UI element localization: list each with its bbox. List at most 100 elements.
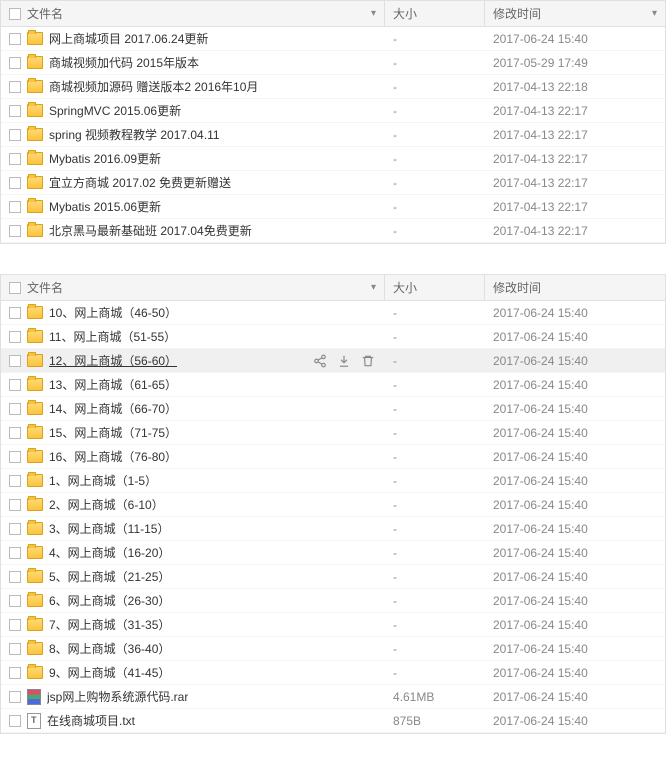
row-checkbox[interactable] — [9, 523, 21, 535]
file-name-label[interactable]: 14、网上商城（66-70） — [49, 400, 177, 417]
row-checkbox[interactable] — [9, 403, 21, 415]
table-row[interactable]: 7、网上商城（31-35）-2017-06-24 15:40 — [1, 613, 665, 637]
row-checkbox[interactable] — [9, 307, 21, 319]
file-name-label[interactable]: SpringMVC 2015.06更新 — [49, 102, 181, 119]
table-row[interactable]: 14、网上商城（66-70）-2017-06-24 15:40 — [1, 397, 665, 421]
file-name-label[interactable]: 北京黑马最新基础班 2017.04免费更新 — [49, 222, 252, 239]
file-name-label[interactable]: 商城视频加源码 赠送版本2 2016年10月 — [49, 78, 258, 95]
row-checkbox[interactable] — [9, 105, 21, 117]
file-panel-2: 文件名 ▾ 大小 修改时间 10、网上商城（46-50）-2017-06-24 … — [0, 274, 666, 734]
table-row[interactable]: SpringMVC 2015.06更新-2017-04-13 22:17 — [1, 99, 665, 123]
file-name-label[interactable]: 宜立方商城 2017.02 免费更新赠送 — [49, 174, 231, 191]
row-checkbox[interactable] — [9, 547, 21, 559]
table-row[interactable]: Mybatis 2015.06更新-2017-04-13 22:17 — [1, 195, 665, 219]
table-row[interactable]: 网上商城项目 2017.06.24更新-2017-06-24 15:40 — [1, 27, 665, 51]
table-row[interactable]: 15、网上商城（71-75）-2017-06-24 15:40 — [1, 421, 665, 445]
row-checkbox[interactable] — [9, 379, 21, 391]
table-row[interactable]: 8、网上商城（36-40）-2017-06-24 15:40 — [1, 637, 665, 661]
table-row[interactable]: 13、网上商城（61-65）-2017-06-24 15:40 — [1, 373, 665, 397]
header-name-column[interactable]: 文件名 ▾ — [1, 275, 385, 300]
row-checkbox[interactable] — [9, 451, 21, 463]
file-name-label[interactable]: 13、网上商城（61-65） — [49, 376, 177, 393]
select-all-checkbox[interactable] — [9, 282, 21, 294]
table-row[interactable]: 9、网上商城（41-45）-2017-06-24 15:40 — [1, 661, 665, 685]
file-name-label[interactable]: jsp网上购物系统源代码.rar — [47, 688, 188, 705]
share-icon[interactable] — [313, 354, 327, 368]
folder-icon — [27, 498, 43, 511]
file-name-label[interactable]: 6、网上商城（26-30） — [49, 592, 170, 609]
table-row[interactable]: 10、网上商城（46-50）-2017-06-24 15:40 — [1, 301, 665, 325]
row-checkbox[interactable] — [9, 475, 21, 487]
table-row[interactable]: Mybatis 2016.09更新-2017-04-13 22:17 — [1, 147, 665, 171]
folder-icon — [27, 56, 43, 69]
row-checkbox[interactable] — [9, 355, 21, 367]
file-name-label[interactable]: 2、网上商城（6-10） — [49, 496, 164, 513]
table-row[interactable]: jsp网上购物系统源代码.rar4.61MB2017-06-24 15:40 — [1, 685, 665, 709]
table-row[interactable]: spring 视频教程教学 2017.04.11-2017-04-13 22:1… — [1, 123, 665, 147]
file-name-label[interactable]: 在线商城项目.txt — [47, 712, 135, 729]
file-time: 2017-04-13 22:17 — [485, 224, 665, 238]
table-row[interactable]: 北京黑马最新基础班 2017.04免费更新-2017-04-13 22:17 — [1, 219, 665, 243]
file-name-label[interactable]: 商城视频加代码 2015年版本 — [49, 54, 199, 71]
row-checkbox[interactable] — [9, 33, 21, 45]
table-row[interactable]: 11、网上商城（51-55）-2017-06-24 15:40 — [1, 325, 665, 349]
row-checkbox[interactable] — [9, 691, 21, 703]
row-checkbox[interactable] — [9, 619, 21, 631]
file-name-label[interactable]: 5、网上商城（21-25） — [49, 568, 170, 585]
table-row[interactable]: 商城视频加源码 赠送版本2 2016年10月-2017-04-13 22:18 — [1, 75, 665, 99]
table-row[interactable]: 2、网上商城（6-10）-2017-06-24 15:40 — [1, 493, 665, 517]
table-row[interactable]: 1、网上商城（1-5）-2017-06-24 15:40 — [1, 469, 665, 493]
file-name-label[interactable]: 16、网上商城（76-80） — [49, 448, 177, 465]
file-name-label[interactable]: Mybatis 2016.09更新 — [49, 150, 161, 167]
row-checkbox[interactable] — [9, 499, 21, 511]
row-checkbox[interactable] — [9, 643, 21, 655]
file-name-label[interactable]: 1、网上商城（1-5） — [49, 472, 157, 489]
row-checkbox[interactable] — [9, 153, 21, 165]
row-checkbox[interactable] — [9, 571, 21, 583]
file-name-label[interactable]: 10、网上商城（46-50） — [49, 304, 177, 321]
file-name-label[interactable]: 15、网上商城（71-75） — [49, 424, 177, 441]
row-checkbox[interactable] — [9, 201, 21, 213]
header-name-column[interactable]: 文件名 ▾ — [1, 1, 385, 26]
table-row[interactable]: 宜立方商城 2017.02 免费更新赠送-2017-04-13 22:17 — [1, 171, 665, 195]
file-name-label[interactable]: 12、网上商城（56-60） — [49, 352, 177, 369]
row-checkbox[interactable] — [9, 129, 21, 141]
row-checkbox[interactable] — [9, 715, 21, 727]
header-name-label: 文件名 — [27, 279, 63, 296]
table-row[interactable]: 3、网上商城（11-15）-2017-06-24 15:40 — [1, 517, 665, 541]
row-checkbox[interactable] — [9, 57, 21, 69]
table-row[interactable]: 5、网上商城（21-25）-2017-06-24 15:40 — [1, 565, 665, 589]
row-checkbox[interactable] — [9, 595, 21, 607]
download-icon[interactable] — [337, 354, 351, 368]
file-name-label[interactable]: 网上商城项目 2017.06.24更新 — [49, 30, 208, 47]
file-name-label[interactable]: 9、网上商城（41-45） — [49, 664, 170, 681]
file-name-label[interactable]: 8、网上商城（36-40） — [49, 640, 170, 657]
select-all-checkbox[interactable] — [9, 8, 21, 20]
row-checkbox[interactable] — [9, 81, 21, 93]
file-size: 4.61MB — [385, 690, 485, 704]
row-checkbox[interactable] — [9, 225, 21, 237]
header-size-column[interactable]: 大小 — [385, 275, 485, 300]
file-name-label[interactable]: 3、网上商城（11-15） — [49, 520, 169, 537]
row-checkbox[interactable] — [9, 427, 21, 439]
file-time: 2017-06-24 15:40 — [485, 378, 665, 392]
row-checkbox[interactable] — [9, 177, 21, 189]
header-time-column[interactable]: 修改时间 — [485, 275, 665, 300]
table-row[interactable]: 12、网上商城（56-60）-2017-06-24 15:40 — [1, 349, 665, 373]
delete-icon[interactable] — [361, 354, 375, 368]
file-name-label[interactable]: 4、网上商城（16-20） — [49, 544, 170, 561]
table-row[interactable]: 4、网上商城（16-20）-2017-06-24 15:40 — [1, 541, 665, 565]
file-name-label[interactable]: 7、网上商城（31-35） — [49, 616, 170, 633]
table-row[interactable]: 在线商城项目.txt875B2017-06-24 15:40 — [1, 709, 665, 733]
table-row[interactable]: 6、网上商城（26-30）-2017-06-24 15:40 — [1, 589, 665, 613]
table-row[interactable]: 商城视频加代码 2015年版本-2017-05-29 17:49 — [1, 51, 665, 75]
file-name-label[interactable]: 11、网上商城（51-55） — [49, 328, 176, 345]
file-list: 网上商城项目 2017.06.24更新-2017-06-24 15:40商城视频… — [1, 27, 665, 243]
row-checkbox[interactable] — [9, 331, 21, 343]
file-name-label[interactable]: spring 视频教程教学 2017.04.11 — [49, 126, 220, 143]
header-size-column[interactable]: 大小 — [385, 1, 485, 26]
file-name-label[interactable]: Mybatis 2015.06更新 — [49, 198, 161, 215]
table-row[interactable]: 16、网上商城（76-80）-2017-06-24 15:40 — [1, 445, 665, 469]
header-time-column[interactable]: 修改时间 ▾ — [485, 1, 665, 26]
row-checkbox[interactable] — [9, 667, 21, 679]
